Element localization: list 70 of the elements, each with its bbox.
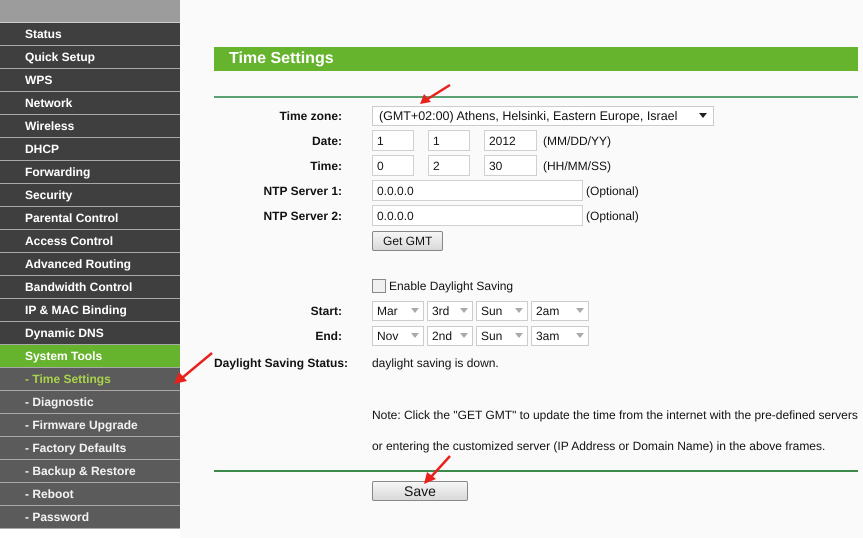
sidebar-item[interactable]: Wireless bbox=[0, 115, 180, 138]
note-text: or entering the customized server (IP Address or Domain Name) in the above frames. bbox=[372, 439, 826, 453]
dropdown[interactable]: Sun bbox=[476, 300, 528, 320]
field-label: NTP Server 1: bbox=[262, 184, 342, 198]
input-field[interactable]: 30 bbox=[484, 155, 537, 176]
field-label: Time zone: bbox=[278, 108, 342, 122]
arrow-drawing bbox=[418, 84, 452, 106]
sidebar-item[interactable]: - Factory Defaults bbox=[0, 437, 180, 460]
input-field[interactable]: 0.0.0.0 bbox=[372, 180, 583, 201]
caret-icon bbox=[515, 308, 523, 313]
format-hint: (HH/MM/SS) bbox=[543, 158, 611, 172]
sidebar-item[interactable]: Parental Control bbox=[0, 207, 180, 230]
sidebar-item[interactable]: - Password bbox=[0, 506, 180, 529]
caret-icon bbox=[460, 333, 468, 338]
field-label: NTP Server 2: bbox=[262, 208, 342, 222]
dropdown[interactable]: Nov bbox=[372, 326, 424, 346]
sidebar-item[interactable]: IP & MAC Binding bbox=[0, 299, 180, 322]
optional-hint: (Optional) bbox=[586, 208, 639, 222]
caret-icon bbox=[576, 308, 584, 313]
dropdown[interactable]: Mar bbox=[372, 300, 424, 320]
arrow-drawing bbox=[422, 455, 452, 485]
sidebar-item[interactable]: Access Control bbox=[0, 230, 180, 253]
sidebar-item[interactable]: - Reboot bbox=[0, 483, 180, 506]
input-field[interactable]: 0.0.0.0 bbox=[372, 205, 583, 226]
input-field[interactable]: 1 bbox=[372, 130, 414, 151]
sidebar-item[interactable]: Bandwidth Control bbox=[0, 276, 180, 299]
caret-icon bbox=[460, 308, 468, 313]
dropdown[interactable]: 2nd bbox=[427, 326, 473, 346]
field-label: Time: bbox=[309, 158, 342, 172]
get-gmt-button[interactable]: Get GMT bbox=[372, 230, 444, 250]
field-label: End: bbox=[314, 328, 342, 342]
time-zone-dropdown[interactable]: (GMT+02:00) Athens, Helsinki, Eastern Europe, Israel bbox=[372, 106, 714, 126]
sidebar-item[interactable]: Quick Setup bbox=[0, 46, 180, 69]
input-field[interactable]: 2012 bbox=[484, 130, 537, 151]
sidebar-item[interactable]: - Firmware Upgrade bbox=[0, 414, 180, 437]
status-text: daylight saving is down. bbox=[372, 356, 499, 370]
save-button[interactable]: Save bbox=[372, 481, 468, 501]
field-label: Start: bbox=[310, 304, 342, 318]
dropdown[interactable]: 3am bbox=[531, 326, 589, 346]
optional-hint: (Optional) bbox=[586, 184, 639, 198]
sidebar-item[interactable]: - Backup & Restore bbox=[0, 460, 180, 483]
format-hint: (MM/DD/YY) bbox=[543, 134, 611, 148]
checkbox-label: Enable Daylight Saving bbox=[389, 278, 514, 292]
sidebar-item[interactable]: Forwarding bbox=[0, 161, 180, 184]
dropdown[interactable]: Sun bbox=[476, 326, 528, 346]
arrow-drawing bbox=[172, 352, 214, 386]
dropdown[interactable]: 2am bbox=[531, 300, 589, 320]
sidebar-item[interactable]: Security bbox=[0, 184, 180, 207]
caret-icon bbox=[515, 333, 523, 338]
input-field[interactable]: 0 bbox=[372, 155, 414, 176]
caret-icon bbox=[699, 113, 707, 118]
sidebar-item[interactable]: - Diagnostic bbox=[0, 391, 180, 414]
caret-icon bbox=[576, 333, 584, 338]
input-field[interactable]: 1 bbox=[428, 130, 470, 151]
field-label: Date: bbox=[310, 134, 342, 148]
sidebar-item[interactable]: Advanced Routing bbox=[0, 253, 180, 276]
sidebar-item[interactable]: - Time Settings bbox=[0, 368, 180, 391]
caret-icon bbox=[411, 333, 419, 338]
caret-icon bbox=[411, 308, 419, 313]
sidebar-item[interactable]: Dynamic DNS bbox=[0, 322, 180, 345]
field-label: Daylight Saving Status: bbox=[214, 356, 350, 370]
sidebar-item[interactable]: DHCP bbox=[0, 138, 180, 161]
section-title: Time Settings bbox=[214, 47, 858, 71]
note-text: Note: Click the "GET GMT" to update the time from the internet with the pre-defined servers bbox=[372, 408, 858, 422]
checkbox[interactable] bbox=[372, 278, 386, 292]
dropdown[interactable]: 3rd bbox=[427, 300, 473, 320]
sidebar-item[interactable]: Status bbox=[0, 23, 180, 46]
sidebar-item[interactable]: WPS bbox=[0, 69, 180, 92]
sidebar-item[interactable]: Network bbox=[0, 92, 180, 115]
input-field[interactable]: 2 bbox=[428, 155, 470, 176]
